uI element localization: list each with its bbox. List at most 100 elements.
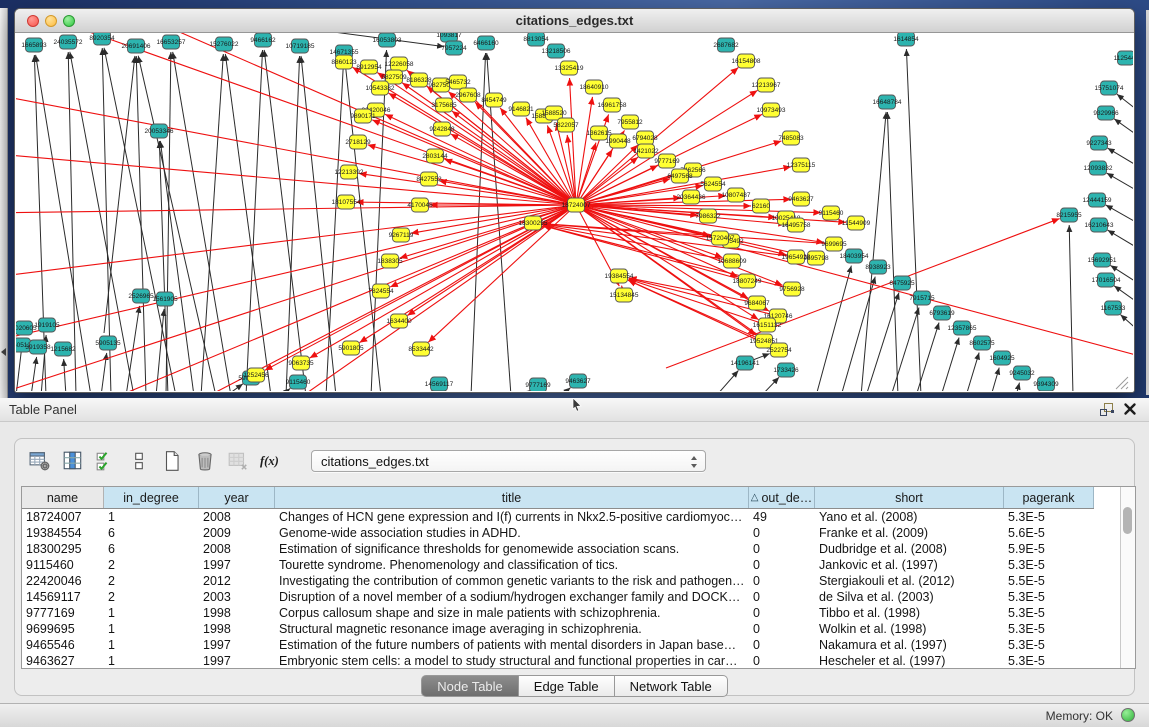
graph-node[interactable]: 10807487 <box>722 188 751 202</box>
table-options-icon[interactable] <box>27 448 53 474</box>
graph-node[interactable]: 8860123 <box>331 55 357 69</box>
graph-node[interactable]: 12375115 <box>787 158 816 172</box>
citation-edge-black[interactable] <box>841 277 875 391</box>
table-cell[interactable]: 1997 <box>199 653 275 669</box>
table-cell[interactable]: Changes of HCN gene expression and I(f) … <box>275 509 749 525</box>
table-cell[interactable]: 18300295 <box>22 541 104 557</box>
table-cell[interactable]: 9699695 <box>22 621 104 637</box>
graph-node[interactable]: 8215955 <box>1056 208 1082 222</box>
table-cell[interactable]: 1 <box>104 621 199 637</box>
graph-node[interactable]: 2526965 <box>128 289 154 303</box>
graph-node[interactable]: 15134845 <box>610 288 639 302</box>
table-cell[interactable]: 49 <box>749 509 815 525</box>
table-row[interactable]: 946554611997Estimation of the future num… <box>22 637 1094 653</box>
graph-node[interactable]: 7485083 <box>778 131 804 145</box>
column-header-year[interactable]: year <box>199 487 275 508</box>
column-visibility-icon[interactable] <box>60 448 86 474</box>
graph-node[interactable]: 16648784 <box>873 95 902 109</box>
citation-edge-black[interactable] <box>761 377 779 391</box>
table-cell[interactable]: 19384554 <box>22 525 104 541</box>
table-cell[interactable]: 2012 <box>199 573 275 589</box>
citation-edge-black[interactable] <box>1108 230 1133 250</box>
graph-node[interactable]: 6466160 <box>473 36 499 50</box>
table-cell[interactable]: 2003 <box>199 589 275 605</box>
close-panel-icon[interactable] <box>1123 402 1137 421</box>
graph-node[interactable]: 15751074 <box>1095 81 1124 95</box>
graph-node[interactable]: 1838305 <box>377 254 403 268</box>
graph-node[interactable]: 1919105 <box>34 318 60 332</box>
table-cell[interactable]: 2 <box>104 557 199 573</box>
table-cell[interactable]: Investigating the contribution of common… <box>275 573 749 589</box>
graph-node[interactable]: 9699695 <box>821 237 847 251</box>
graph-node[interactable]: 18403954 <box>840 249 869 263</box>
table-cell[interactable]: 9465546 <box>22 637 104 653</box>
column-header-out_de[interactable]: △out_de… <box>749 487 815 508</box>
graph-node[interactable]: 1561905 <box>152 292 178 306</box>
graph-node[interactable]: 8920354 <box>89 33 115 45</box>
citation-edge-black[interactable] <box>104 56 135 333</box>
table-cell[interactable]: 14569117 <box>22 589 104 605</box>
tab-edge-table[interactable]: Edge Table <box>519 675 615 697</box>
graph-node[interactable]: 7957224 <box>441 41 467 55</box>
graph-node[interactable]: 1215682 <box>50 342 76 356</box>
table-row[interactable]: 1456911722003Disruption of a novel membe… <box>22 589 1094 605</box>
table-cell[interactable]: 5.3E-5 <box>1004 605 1094 621</box>
citation-edge-black[interactable] <box>716 371 738 391</box>
citation-edge-black[interactable] <box>166 52 171 391</box>
table-row[interactable]: 911546021997Tourette syndrome. Phenomeno… <box>22 557 1094 573</box>
table-cell[interactable]: 5.3E-5 <box>1004 653 1094 669</box>
function-builder-icon[interactable]: f(x) <box>258 448 284 474</box>
graph-node[interactable]: 11544909 <box>842 216 871 230</box>
table-cell[interactable]: 2 <box>104 589 199 605</box>
graph-node[interactable]: 8938923 <box>865 260 891 274</box>
create-column-icon[interactable] <box>159 448 185 474</box>
table-cell[interactable]: 1998 <box>199 605 275 621</box>
table-cell[interactable]: 5.3E-5 <box>1004 637 1094 653</box>
citation-edge-red[interactable] <box>400 205 576 258</box>
table-row[interactable]: 969969511998Structural magnetic resonanc… <box>22 621 1094 637</box>
table-row[interactable]: 1938455462009Genome-wide association stu… <box>22 525 1094 541</box>
graph-node[interactable]: 13325419 <box>555 61 584 75</box>
table-panel-header[interactable]: Table Panel <box>0 398 1149 422</box>
table-cell[interactable]: 0 <box>749 589 815 605</box>
table-cell[interactable]: 6 <box>104 525 199 541</box>
citation-edge-black[interactable] <box>966 353 979 391</box>
graph-node[interactable]: 10719185 <box>286 39 315 53</box>
zoom-button[interactable] <box>63 15 75 27</box>
citation-edge-black[interactable] <box>1120 315 1133 333</box>
graph-node[interactable]: 9777169 <box>525 378 551 391</box>
citation-edge-black[interactable] <box>173 52 231 391</box>
graph-node[interactable]: 7824554 <box>368 284 394 298</box>
row-options-icon[interactable] <box>126 448 152 474</box>
graph-node[interactable]: 8533442 <box>408 342 434 356</box>
table-cell[interactable]: 0 <box>749 653 815 669</box>
table-cell[interactable]: Embryonic stem cells: a model to study s… <box>275 653 749 669</box>
graph-node[interactable]: 6794028 <box>632 131 658 145</box>
table-cell[interactable]: Structural magnetic resonance image aver… <box>275 621 749 637</box>
table-cell[interactable]: Genome-wide association studies in ADHD. <box>275 525 749 541</box>
table-cell[interactable]: 0 <box>749 573 815 589</box>
table-cell[interactable]: Jankovic et al. (1997) <box>815 557 1004 573</box>
table-cell[interactable]: Dudbridge et al. (2008) <box>815 541 1004 557</box>
graph-node[interactable]: 1634400 <box>386 314 412 328</box>
delete-table-icon[interactable] <box>225 448 251 474</box>
table-cell[interactable]: 9463627 <box>22 653 104 669</box>
graph-node[interactable]: 5901805 <box>338 341 364 355</box>
graph-node[interactable]: 12226058 <box>385 57 414 71</box>
graph-node[interactable]: 16154808 <box>732 54 761 68</box>
table-cell[interactable]: 5.3E-5 <box>1004 509 1094 525</box>
table-cell[interactable]: 22420046 <box>22 573 104 589</box>
graph-node[interactable]: 15692951 <box>1088 253 1117 267</box>
graph-node[interactable]: 14196141 <box>731 356 760 370</box>
table-cell[interactable]: 2 <box>104 573 199 589</box>
table-cell[interactable]: Stergiakouli et al. (2012) <box>815 573 1004 589</box>
table-cell[interactable]: 0 <box>749 525 815 541</box>
memory-status-indicator[interactable] <box>1121 708 1135 722</box>
table-cell[interactable]: 9115460 <box>22 557 104 573</box>
window-resize-grip[interactable] <box>1116 377 1128 389</box>
graph-node[interactable]: 12357865 <box>948 321 977 335</box>
minimize-button[interactable] <box>45 15 57 27</box>
column-header-name[interactable]: name <box>22 487 104 508</box>
graph-node[interactable]: 3175685 <box>431 98 457 112</box>
table-cell[interactable]: 1997 <box>199 557 275 573</box>
